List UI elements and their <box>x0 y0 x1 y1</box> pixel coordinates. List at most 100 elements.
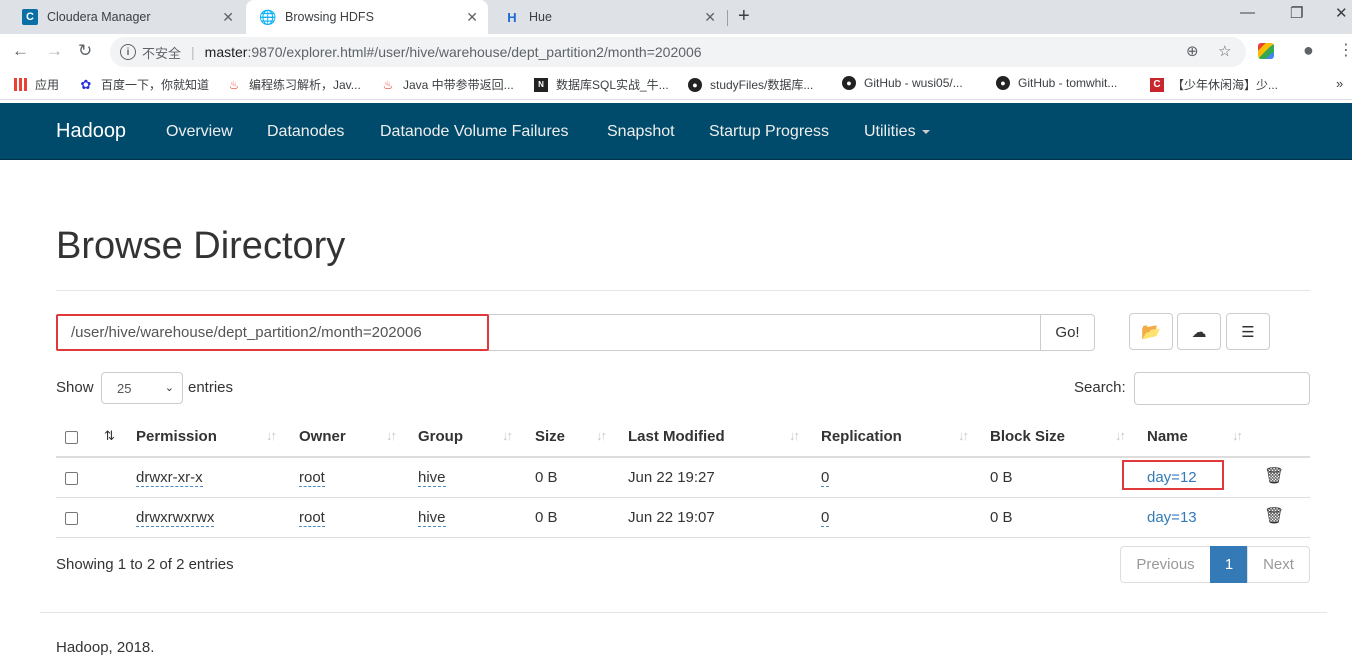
upload-button[interactable]: ☁ <box>1177 313 1221 350</box>
nav-utilities[interactable]: Utilities <box>864 123 930 141</box>
cell-permission[interactable]: drwxr-xr-x <box>136 469 203 487</box>
pagination-previous[interactable]: Previous <box>1120 546 1211 583</box>
url-host: master <box>204 44 248 60</box>
menu-dots-icon[interactable]: ⋮ <box>1338 40 1352 60</box>
name-highlight-box <box>1122 460 1224 490</box>
tab-cloudera-manager[interactable]: C Cloudera Manager ✕ <box>8 0 244 34</box>
cell-replication[interactable]: 0 <box>821 469 830 487</box>
page-size-value: 25 <box>117 380 132 396</box>
bookmark-java[interactable]: ♨ Java 中带参带返回... <box>381 76 514 93</box>
profile-icon[interactable]: ● <box>1303 40 1314 61</box>
cell-size: 0 B <box>535 469 558 486</box>
browser-tab-strip: C Cloudera Manager ✕ 🌐 Browsing HDFS ✕ H… <box>0 0 1352 34</box>
cell-group[interactable]: hive <box>418 509 446 527</box>
bookmark-sql[interactable]: N 数据库SQL实战_牛... <box>534 76 669 93</box>
show-label: Show <box>56 379 94 396</box>
bookmark-github-wusi[interactable]: ● GitHub - wusi05/... <box>842 76 963 90</box>
sort-icon[interactable]: ↓↑ <box>266 428 277 443</box>
close-icon[interactable]: ✕ <box>704 9 716 26</box>
column-last-modified[interactable]: Last Modified <box>628 428 725 445</box>
create-directory-button[interactable]: 📂 <box>1129 313 1173 350</box>
bookmark-star-icon[interactable]: ☆ <box>1218 42 1231 60</box>
row-checkbox[interactable] <box>65 512 78 525</box>
tab-browsing-hdfs[interactable]: 🌐 Browsing HDFS ✕ <box>246 0 488 34</box>
trash-icon[interactable]: 🗑 <box>1264 466 1284 486</box>
nav-utilities-label: Utilities <box>864 123 916 140</box>
bookmark-csdn[interactable]: C 【少年休闲海】少... <box>1150 76 1278 93</box>
cell-owner[interactable]: root <box>299 469 325 487</box>
column-name[interactable]: Name <box>1147 428 1188 445</box>
cell-permission[interactable]: drwxrwxrwx <box>136 509 215 527</box>
row-checkbox[interactable] <box>65 472 78 485</box>
divider <box>56 290 1310 291</box>
column-block-size[interactable]: Block Size <box>990 428 1065 445</box>
footer-text: Hadoop, 2018. <box>56 639 155 656</box>
footer-divider <box>40 612 1327 613</box>
cut-paste-button[interactable]: ☰ <box>1226 313 1270 350</box>
tab-hue[interactable]: H Hue ✕ <box>490 0 726 34</box>
folder-open-icon: 📂 <box>1141 323 1161 341</box>
info-icon[interactable]: i <box>120 44 136 60</box>
search-label: Search: <box>1074 379 1126 396</box>
close-icon[interactable]: ✕ <box>222 9 234 26</box>
pagination-page-1[interactable]: 1 <box>1210 546 1248 583</box>
sort-amount-icon[interactable]: ⇅ <box>104 428 115 444</box>
sort-icon[interactable]: ↓↑ <box>958 428 969 443</box>
row-divider <box>56 497 1310 498</box>
extension-icon[interactable] <box>1258 43 1274 59</box>
column-owner[interactable]: Owner <box>299 428 346 445</box>
window-close-icon[interactable]: ✕ <box>1335 4 1348 22</box>
pagination-next[interactable]: Next <box>1247 546 1310 583</box>
nav-datanode-volume-failures[interactable]: Datanode Volume Failures <box>380 123 569 141</box>
reload-icon[interactable]: ↻ <box>78 41 92 61</box>
zoom-icon[interactable]: ⊕ <box>1186 42 1199 60</box>
sort-icon[interactable]: ↓↑ <box>789 428 800 443</box>
sort-icon[interactable]: ↓↑ <box>1115 428 1126 443</box>
cell-replication[interactable]: 0 <box>821 509 830 527</box>
tab-separator <box>727 10 728 26</box>
sort-icon[interactable]: ↓↑ <box>386 428 397 443</box>
column-size[interactable]: Size <box>535 428 565 445</box>
column-group[interactable]: Group <box>418 428 463 445</box>
nowcoder-icon: N <box>534 77 548 92</box>
page-size-select[interactable]: 25 ⌄ <box>101 372 183 404</box>
bookmarks-bar: 应用 ✿ 百度一下，你就知道 ♨ 编程练习解析，Jav... ♨ Java 中带… <box>0 70 1352 100</box>
brand-link[interactable]: Hadoop <box>56 120 126 143</box>
cell-owner[interactable]: root <box>299 509 325 527</box>
trash-icon[interactable]: 🗑 <box>1264 506 1284 526</box>
csdn-icon: C <box>1150 77 1164 92</box>
forward-arrow-icon[interactable]: → <box>46 41 63 61</box>
cloudera-icon: C <box>22 9 38 25</box>
close-icon[interactable]: ✕ <box>466 9 478 26</box>
column-permission[interactable]: Permission <box>136 428 217 445</box>
new-tab-plus-icon[interactable]: + <box>738 5 750 28</box>
hadoop-navbar: Hadoop Overview Datanodes Datanode Volum… <box>0 103 1352 160</box>
apps-grid-icon <box>14 78 27 91</box>
back-arrow-icon[interactable]: ← <box>12 41 29 61</box>
bookmark-programming[interactable]: ♨ 编程练习解析，Jav... <box>227 76 361 93</box>
sort-icon[interactable]: ↓↑ <box>1232 428 1243 443</box>
nav-datanodes[interactable]: Datanodes <box>267 123 344 141</box>
cell-name-link[interactable]: day=13 <box>1147 509 1197 526</box>
nav-overview[interactable]: Overview <box>166 123 233 141</box>
showing-entries-info: Showing 1 to 2 of 2 entries <box>56 556 234 573</box>
restore-icon[interactable]: ❐ <box>1290 4 1303 22</box>
search-input[interactable] <box>1134 372 1310 405</box>
bookmark-github-tomwhite[interactable]: ● GitHub - tomwhit... <box>996 76 1117 90</box>
nav-snapshot[interactable]: Snapshot <box>607 123 675 141</box>
bookmark-apps[interactable]: 应用 <box>14 76 59 93</box>
minimize-icon[interactable]: — <box>1240 4 1255 21</box>
bookmark-baidu[interactable]: ✿ 百度一下，你就知道 <box>79 76 209 93</box>
select-all-checkbox[interactable] <box>65 431 78 444</box>
tab-title: Browsing HDFS <box>285 10 374 24</box>
chevron-down-icon: ⌄ <box>164 382 174 394</box>
bookmark-studyfiles[interactable]: ● studyFiles/数据库... <box>688 76 813 93</box>
address-bar[interactable]: i 不安全 | master:9870/explorer.html#/user/… <box>110 37 1246 67</box>
go-button[interactable]: Go! <box>1040 314 1095 351</box>
cell-group[interactable]: hive <box>418 469 446 487</box>
bookmarks-overflow-icon[interactable]: » <box>1336 76 1343 91</box>
nav-startup-progress[interactable]: Startup Progress <box>709 123 829 141</box>
sort-icon[interactable]: ↓↑ <box>502 428 513 443</box>
sort-icon[interactable]: ↓↑ <box>596 428 607 443</box>
column-replication[interactable]: Replication <box>821 428 902 445</box>
